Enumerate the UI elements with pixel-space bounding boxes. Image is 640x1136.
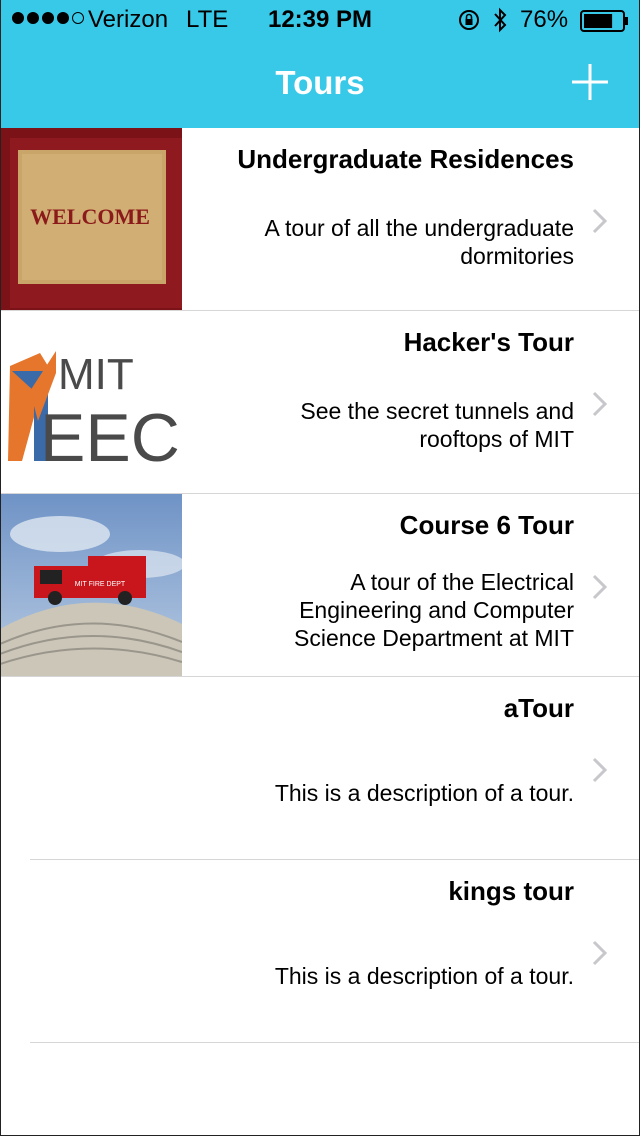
chevron-right-icon [592,391,608,417]
tour-title: Course 6 Tour [399,510,574,540]
tour-title: kings tour [448,876,574,906]
chevron-right-icon [592,574,608,600]
status-bar: Verizon LTE 12:39 PM 76% [0,0,640,40]
battery-icon [580,10,628,32]
tour-title: Undergraduate Residences [237,144,574,174]
tour-list: WELCOME Undergraduate Residences A tour … [0,128,640,1043]
row-divider [30,1042,640,1043]
tour-description: A tour of all the undergraduate dormitor… [264,215,574,269]
tour-row[interactable]: MIT EECS Hacker's Tour See the secret tu… [0,311,640,494]
welcome-mat-image: WELCOME [0,128,182,311]
chevron-right-icon [592,940,608,966]
tour-row[interactable]: WELCOME Undergraduate Residences A tour … [0,128,640,311]
page-title: Tours [275,64,365,101]
tour-description: See the secret tunnels and rooftops of M… [300,398,574,452]
tour-row[interactable]: kings tour This is a description of a to… [0,860,640,1043]
add-tour-button[interactable] [568,60,612,104]
tour-title: aTour [503,693,574,723]
mit-eecs-logo: MIT EECS [0,311,182,494]
bluetooth-icon [494,7,507,33]
tour-description: A tour of the Electrical Engineering and… [294,569,574,651]
tour-row[interactable]: aTour This is a description of a tour. [0,677,640,860]
truck-text: MIT FIRE DEPT [75,581,126,588]
welcome-mat-text: WELCOME [30,204,150,229]
logo-mit-text: MIT [58,350,134,399]
chevron-right-icon [592,757,608,783]
frame-border-left [0,0,1,1136]
navigation-header: Verizon LTE 12:39 PM 76% Tours [0,0,640,128]
tour-description: This is a description of a tour. [274,963,574,989]
chevron-right-icon [592,208,608,234]
tour-row[interactable]: MIT FIRE DEPT Course 6 Tour A tour of th… [0,494,640,677]
logo-eecs-text: EECS [40,400,182,476]
firetruck-on-dome-image: MIT FIRE DEPT [0,494,182,677]
rotation-lock-icon [459,10,479,30]
tour-description: This is a description of a tour. [274,780,574,806]
tour-title: Hacker's Tour [403,327,574,357]
battery-percentage: 76% [520,6,569,33]
